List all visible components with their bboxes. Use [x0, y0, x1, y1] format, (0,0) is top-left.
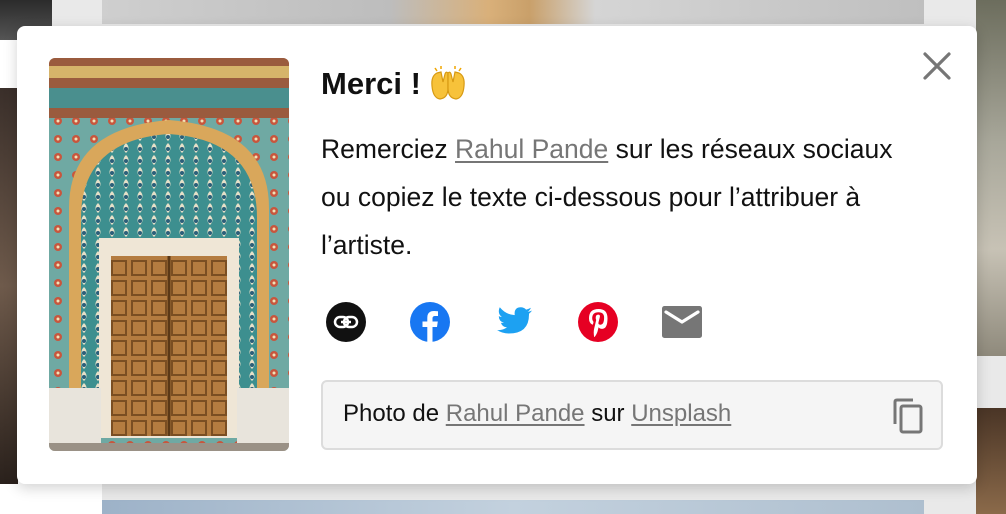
dialog-description: Remerciez Rahul Pande sur les réseaux so… [321, 125, 921, 269]
twitter-share-button[interactable] [494, 302, 534, 342]
title-text: Merci ! [321, 66, 421, 101]
dialog-title: Merci ! [321, 66, 467, 102]
attribution-box: Photo de Rahul Pande sur Unsplash [321, 380, 943, 450]
link-icon [326, 302, 366, 342]
background-photo [0, 88, 18, 484]
jaipur-doorway-photo-icon [49, 58, 289, 451]
twitter-icon [497, 307, 532, 334]
pinterest-icon [578, 302, 618, 342]
background-photo [102, 500, 924, 514]
description-text: Remerciez [321, 134, 456, 164]
attribution-author-link[interactable]: Rahul Pande [446, 400, 585, 427]
pinterest-share-button[interactable] [578, 302, 618, 342]
copy-icon [893, 398, 923, 434]
author-link[interactable]: Rahul Pande [455, 134, 608, 164]
email-share-button[interactable] [662, 302, 702, 342]
unsplash-link[interactable]: Unsplash [631, 400, 731, 427]
copy-attribution-button[interactable] [891, 398, 925, 434]
close-button[interactable] [921, 50, 953, 82]
thank-you-dialog: Merci ! Remerciez Rahul Pande sur les ré… [17, 26, 977, 484]
background-photo [976, 408, 1006, 514]
facebook-share-button[interactable] [410, 302, 450, 342]
attribution-middle: sur [584, 400, 632, 427]
background-photo [102, 0, 924, 24]
photo-thumbnail [49, 58, 289, 451]
attribution-prefix: Photo de [343, 400, 446, 427]
background-photo [976, 0, 1006, 356]
facebook-icon [410, 302, 450, 342]
raising-hands-icon [429, 66, 467, 102]
copy-link-button[interactable] [326, 302, 366, 342]
attribution-text: Photo de Rahul Pande sur Unsplash [343, 400, 731, 428]
close-icon [923, 52, 951, 80]
background-gap [52, 484, 102, 514]
email-icon [662, 306, 702, 338]
